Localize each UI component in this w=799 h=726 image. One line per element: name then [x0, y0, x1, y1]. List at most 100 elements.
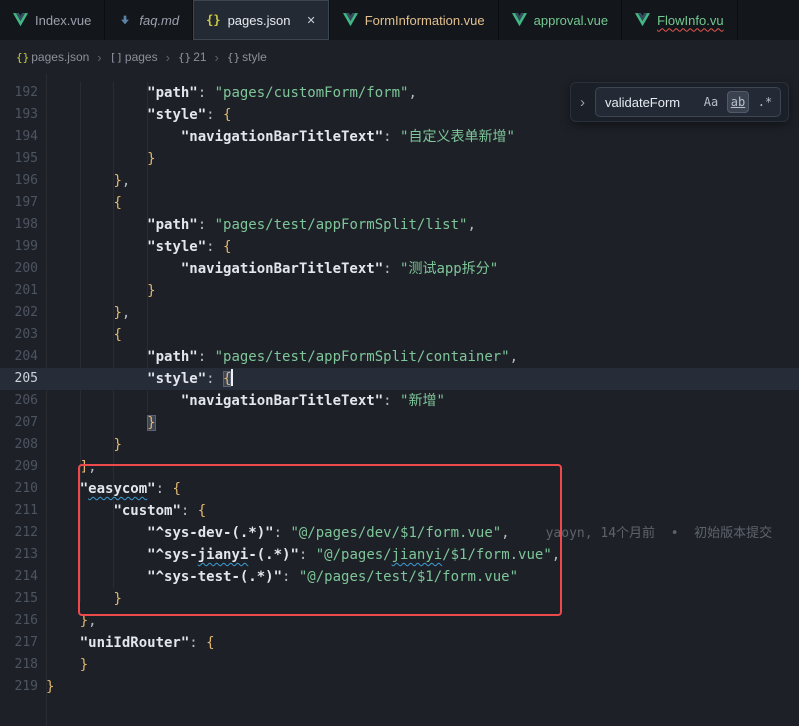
line-number[interactable]: 217 [0, 632, 38, 654]
tab-index-vue[interactable]: Index.vue [0, 0, 105, 40]
line-number[interactable]: 219 [0, 676, 38, 698]
code-text[interactable]: } [46, 654, 799, 676]
breadcrumb-item-pages[interactable]: [] pages [110, 50, 158, 64]
code-line-219[interactable]: 219} [0, 676, 799, 698]
code-text[interactable]: } [46, 588, 799, 610]
code-text[interactable]: }, [46, 170, 799, 192]
code-line-196[interactable]: 196 }, [0, 170, 799, 192]
code-text[interactable]: "style": { [46, 368, 799, 390]
code-line-194[interactable]: 194 "navigationBarTitleText": "自定义表单新增" [0, 126, 799, 148]
line-number[interactable]: 200 [0, 258, 38, 280]
code-text[interactable]: } [46, 148, 799, 170]
line-number[interactable]: 203 [0, 324, 38, 346]
line-number[interactable]: 216 [0, 610, 38, 632]
code-line-201[interactable]: 201 } [0, 280, 799, 302]
line-number[interactable]: 213 [0, 544, 38, 566]
code-line-215[interactable]: 215 } [0, 588, 799, 610]
line-number[interactable]: 209 [0, 456, 38, 478]
code-line-217[interactable]: 217 "uniIdRouter": { [0, 632, 799, 654]
close-icon[interactable]: ✕ [306, 14, 315, 27]
match-case-icon[interactable]: Aa [700, 91, 722, 113]
line-number[interactable]: 211 [0, 500, 38, 522]
regex-icon[interactable]: .* [754, 91, 776, 113]
code-line-213[interactable]: 213 "^sys-jianyi-(.*)": "@/pages/jianyi/… [0, 544, 799, 566]
code-line-203[interactable]: 203 { [0, 324, 799, 346]
line-number[interactable]: 202 [0, 302, 38, 324]
code-text[interactable]: "^sys-jianyi-(.*)": "@/pages/jianyi/$1/f… [46, 544, 799, 566]
code-line-207[interactable]: 207 } [0, 412, 799, 434]
code-text[interactable]: }, [46, 302, 799, 324]
code-text[interactable]: "navigationBarTitleText": "测试app拆分" [46, 258, 799, 280]
find-input[interactable]: validateForm Aa ab .* [595, 87, 781, 117]
find-expand-chevron-icon[interactable]: › [578, 95, 587, 110]
code-text[interactable]: "custom": { [46, 500, 799, 522]
code-line-208[interactable]: 208 } [0, 434, 799, 456]
line-number[interactable]: 197 [0, 192, 38, 214]
code-line-211[interactable]: 211 "custom": { [0, 500, 799, 522]
whole-word-icon[interactable]: ab [727, 91, 749, 113]
tab-faq-md[interactable]: faq.md [105, 0, 193, 40]
line-number[interactable]: 199 [0, 236, 38, 258]
line-number[interactable]: 208 [0, 434, 38, 456]
code-text[interactable]: "easycom": { [46, 478, 799, 500]
code-text[interactable]: ], [46, 456, 799, 478]
breadcrumb-item-21[interactable]: {} 21 [178, 50, 207, 64]
code-text[interactable]: "navigationBarTitleText": "新增" [46, 390, 799, 412]
line-number[interactable]: 193 [0, 104, 38, 126]
breadcrumb-item-style[interactable]: {} style [227, 50, 267, 64]
code-line-214[interactable]: 214 "^sys-test-(.*)": "@/pages/test/$1/f… [0, 566, 799, 588]
code-text[interactable]: } [46, 280, 799, 302]
code-text[interactable]: "navigationBarTitleText": "自定义表单新增" [46, 126, 799, 148]
code-line-204[interactable]: 204 "path": "pages/test/appFormSplit/con… [0, 346, 799, 368]
code-text[interactable]: "^sys-dev-(.*)": "@/pages/dev/$1/form.vu… [46, 522, 799, 544]
line-number[interactable]: 205 [0, 368, 38, 390]
code-text[interactable]: } [46, 676, 799, 698]
tab-label: approval.vue [534, 13, 608, 28]
code-text[interactable]: { [46, 324, 799, 346]
tab-approval-vue[interactable]: approval.vue [499, 0, 622, 40]
code-line-209[interactable]: 209 ], [0, 456, 799, 478]
code-text[interactable]: } [46, 434, 799, 456]
tab-pages-json[interactable]: {} pages.json ✕ [193, 0, 330, 40]
code-line-212[interactable]: 212 "^sys-dev-(.*)": "@/pages/dev/$1/for… [0, 522, 799, 544]
tab-flowinfo-vue[interactable]: FlowInfo.vu [622, 0, 737, 40]
line-number[interactable]: 212 [0, 522, 38, 544]
line-number[interactable]: 206 [0, 390, 38, 412]
code-text[interactable]: "path": "pages/test/appFormSplit/list", [46, 214, 799, 236]
code-text[interactable]: }, [46, 610, 799, 632]
breadcrumb-item-file[interactable]: {} pages.json [16, 50, 89, 64]
line-number[interactable]: 215 [0, 588, 38, 610]
code-text[interactable]: "^sys-test-(.*)": "@/pages/test/$1/form.… [46, 566, 799, 588]
code-line-199[interactable]: 199 "style": { [0, 236, 799, 258]
code-line-210[interactable]: 210 "easycom": { [0, 478, 799, 500]
code-text[interactable]: "path": "pages/test/appFormSplit/contain… [46, 346, 799, 368]
code-line-197[interactable]: 197 { [0, 192, 799, 214]
line-number[interactable]: 195 [0, 148, 38, 170]
find-query-text[interactable]: validateForm [605, 95, 695, 110]
code-text[interactable]: } [46, 412, 799, 434]
array-symbol-icon: [] [110, 51, 123, 64]
code-text[interactable]: "uniIdRouter": { [46, 632, 799, 654]
code-text[interactable]: "style": { [46, 236, 799, 258]
code-line-205[interactable]: 205 "style": { [0, 368, 799, 390]
code-line-216[interactable]: 216 }, [0, 610, 799, 632]
line-number[interactable]: 196 [0, 170, 38, 192]
line-number[interactable]: 194 [0, 126, 38, 148]
code-line-200[interactable]: 200 "navigationBarTitleText": "测试app拆分" [0, 258, 799, 280]
line-number[interactable]: 198 [0, 214, 38, 236]
code-text[interactable]: { [46, 192, 799, 214]
line-number[interactable]: 218 [0, 654, 38, 676]
code-line-218[interactable]: 218 } [0, 654, 799, 676]
code-editor[interactable]: 192 "path": "pages/customForm/form",193 … [0, 74, 799, 726]
line-number[interactable]: 214 [0, 566, 38, 588]
line-number[interactable]: 192 [0, 82, 38, 104]
code-line-198[interactable]: 198 "path": "pages/test/appFormSplit/lis… [0, 214, 799, 236]
tab-forminformation-vue[interactable]: FormInformation.vue [330, 0, 499, 40]
line-number[interactable]: 207 [0, 412, 38, 434]
line-number[interactable]: 201 [0, 280, 38, 302]
code-line-206[interactable]: 206 "navigationBarTitleText": "新增" [0, 390, 799, 412]
line-number[interactable]: 204 [0, 346, 38, 368]
code-line-202[interactable]: 202 }, [0, 302, 799, 324]
line-number[interactable]: 210 [0, 478, 38, 500]
code-line-195[interactable]: 195 } [0, 148, 799, 170]
